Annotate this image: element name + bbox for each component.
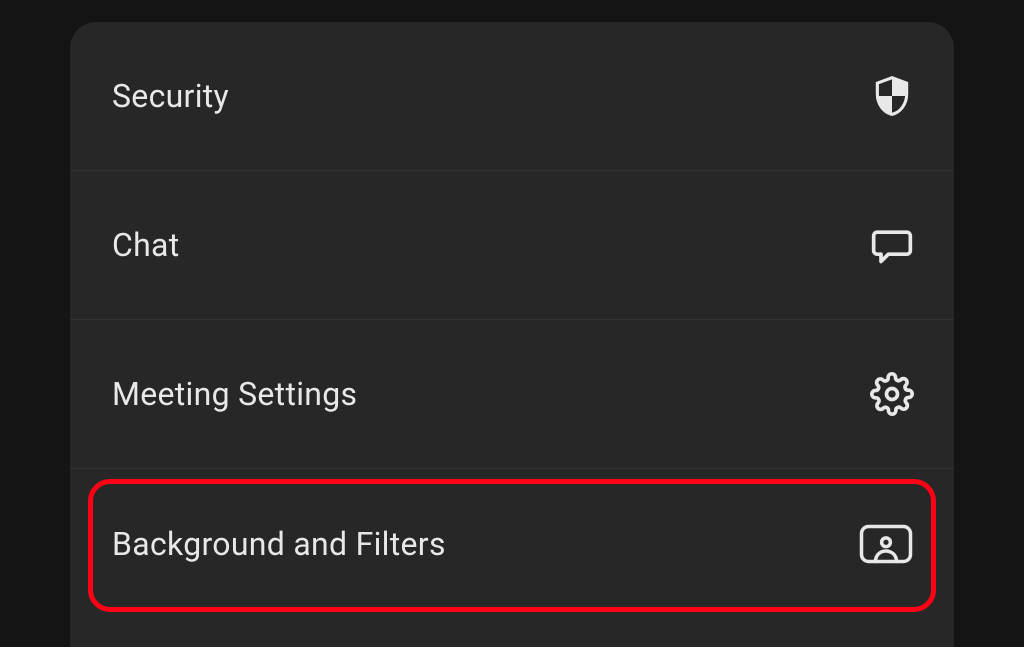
chat-icon <box>870 223 914 267</box>
app-window: Security Chat <box>0 0 1024 647</box>
menu-item-label: Chat <box>112 226 180 264</box>
menu-item-meeting-settings[interactable]: Meeting Settings <box>70 320 954 469</box>
gear-icon <box>870 372 914 416</box>
menu-item-label: Meeting Settings <box>112 375 357 413</box>
background-filters-icon <box>858 523 914 565</box>
shield-icon <box>870 74 914 118</box>
menu-item-label: Background and Filters <box>112 525 446 563</box>
menu-item-chat[interactable]: Chat <box>70 171 954 320</box>
menu-item-security[interactable]: Security <box>70 22 954 171</box>
menu-item-label: Security <box>112 77 229 115</box>
menu-item-background-and-filters[interactable]: Background and Filters <box>70 469 954 618</box>
more-options-panel: Security Chat <box>70 22 954 647</box>
